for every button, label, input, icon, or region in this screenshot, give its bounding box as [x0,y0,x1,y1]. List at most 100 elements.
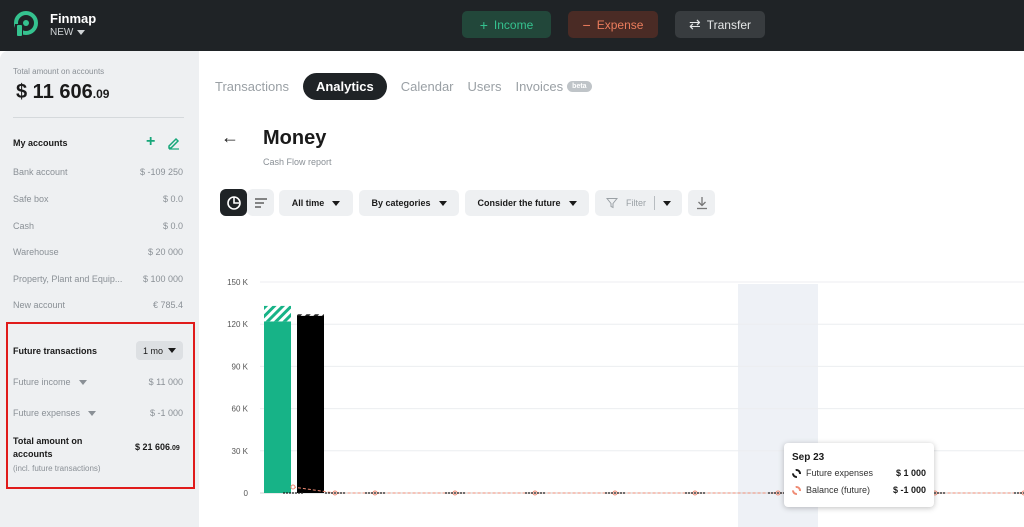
total-amount-cents: .09 [92,87,110,101]
future-expenses-row[interactable]: Future expenses $ -1 000 [13,408,183,418]
list-lines-icon [254,197,267,208]
y-tick-label: 60 K [232,405,249,414]
chart-view-button[interactable] [220,189,247,216]
workspace-name: NEW [50,27,74,38]
period-dropdown[interactable]: All time [279,190,353,216]
income-button[interactable]: + Income [462,11,551,38]
grouping-dropdown-label: By categories [371,198,431,208]
future-transactions-title: Future transactions [13,346,98,356]
account-item[interactable]: Bank account $ -109 250 [13,167,183,177]
tooltip-value: $ -1 000 [892,485,926,495]
future-dropdown-label: Consider the future [477,198,561,208]
bar-income-future[interactable] [264,305,291,322]
total-amount-main: $ 11 606 [16,81,93,103]
divider [13,117,184,118]
account-amount: $ 0.0 [162,194,183,204]
back-arrow-icon[interactable]: ← [221,127,239,148]
future-period-value: 1 mo [142,345,163,356]
tab-transactions[interactable]: Transactions [215,79,289,94]
account-name: New account [13,300,66,310]
account-item[interactable]: Cash $ 0.0 [13,221,183,231]
chevron-down-icon [332,200,341,206]
tab-invoices-label: Invoices [515,78,564,94]
filter-label: Filter [626,198,646,208]
chevron-down-icon [438,200,447,206]
tooltip-label: Balance (future) [806,485,871,495]
page-title: Money [263,127,327,149]
account-item[interactable]: New account € 785.4 [13,300,183,310]
chevron-down-icon [168,348,176,353]
bar-income[interactable] [264,321,291,493]
future-income-value: $ 11 000 [148,377,183,387]
filter-button[interactable]: Filter [595,190,682,216]
account-item[interactable]: Warehouse $ 20 000 [13,247,183,257]
my-accounts-title: My accounts [13,138,68,148]
edit-pencil-icon[interactable] [167,136,181,150]
tooltip-date: Sep 23 [792,452,825,463]
future-total-note: (incl. future transactions) [13,464,101,473]
period-dropdown-label: All time [291,198,325,208]
future-total-main: $ 21 606 [135,442,171,452]
chevron-down-icon [77,30,86,35]
transfer-label: Transfer [706,17,751,32]
future-expenses-marker-icon [792,468,801,478]
y-tick-label: 150 K [227,278,249,287]
plus-icon: + [479,16,488,33]
account-name: Property, Plant and Equip... [13,274,123,284]
account-item[interactable]: Property, Plant and Equip... $ 100 000 [13,274,183,284]
transfer-button[interactable]: ⇄ Transfer [675,11,765,38]
y-tick-label: 30 K [232,447,249,456]
total-amount-label: Total amount on accounts [13,67,105,76]
balance-future-marker-icon [792,485,801,495]
tab-calendar[interactable]: Calendar [401,79,454,94]
expense-button[interactable]: − Expense [568,11,658,38]
funnel-icon [606,198,618,209]
minus-icon: − [582,16,591,33]
finmap-logo-icon[interactable] [12,10,40,38]
future-period-select[interactable]: 1 mo [136,341,183,360]
expense-label: Expense [596,17,644,32]
chevron-down-icon [568,200,577,206]
chart-tooltip: Sep 23 Future expenses $ 1 000 Balance (… [784,443,934,507]
tooltip-row: Balance (future) $ -1 000 [792,485,926,495]
main-tabs: Transactions Analytics Calendar Users In… [215,72,606,100]
beta-badge: beta [567,80,592,92]
balance-point[interactable] [290,484,296,490]
account-amount: € 785.4 [152,300,183,310]
sidebar: Total amount on accounts $ 11 606.09 My … [0,51,199,527]
future-total-cents: .09 [170,445,180,452]
future-income-label: Future income [13,377,71,387]
download-button[interactable] [688,190,715,216]
divider [654,196,655,210]
tooltip-label: Future expenses [806,468,874,478]
future-dropdown[interactable]: Consider the future [465,190,589,216]
account-name: Warehouse [13,247,59,257]
account-name: Bank account [13,167,68,177]
account-amount: $ 0.0 [162,221,183,231]
tab-invoices[interactable]: Invoices beta [515,78,592,94]
add-account-button[interactable]: + [146,133,155,151]
chevron-down-icon[interactable] [663,200,671,206]
y-tick-label: 120 K [227,320,249,329]
tooltip-row: Future expenses $ 1 000 [792,468,926,478]
tab-analytics[interactable]: Analytics [302,72,387,100]
workspace-selector[interactable]: NEW [50,27,86,38]
tab-users[interactable]: Users [468,79,502,94]
account-amount: $ 100 000 [142,274,183,284]
future-total-value: $ 21 606.09 [135,442,180,452]
account-item[interactable]: Safe box $ 0.0 [13,194,183,204]
account-name: Safe box [13,194,49,204]
future-expenses-label: Future expenses [13,408,81,418]
bar-expenses-future[interactable] [297,314,324,316]
bar-expenses[interactable] [297,315,324,493]
future-expenses-value: $ -1 000 [149,408,183,418]
account-amount: $ 20 000 [147,247,183,257]
page-subtitle: Cash Flow report [263,157,332,167]
future-income-row[interactable]: Future income $ 11 000 [13,377,183,387]
grouping-dropdown[interactable]: By categories [359,190,459,216]
total-amount-value: $ 11 606.09 [16,81,109,104]
y-tick-label: 0 [244,489,249,498]
list-view-button[interactable] [247,189,274,216]
account-name: Cash [13,221,35,231]
app-name[interactable]: Finmap [50,11,96,26]
